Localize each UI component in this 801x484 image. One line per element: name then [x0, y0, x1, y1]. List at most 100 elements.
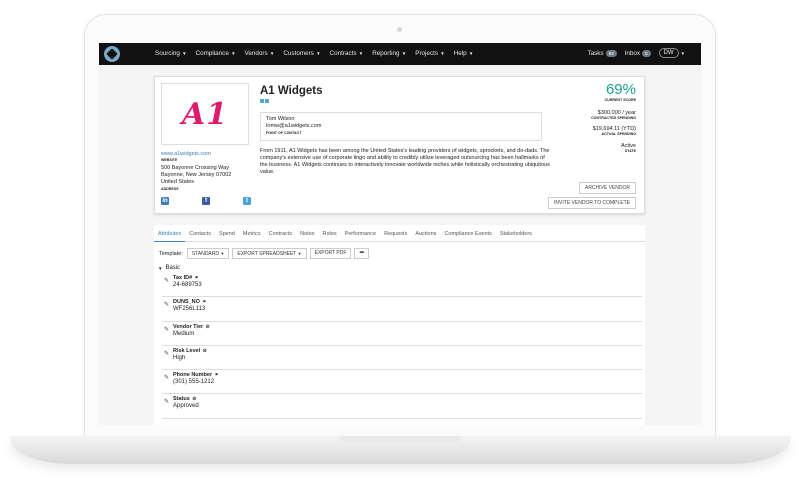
tab-stakeholders[interactable]: Stakeholders — [496, 230, 536, 242]
export-spreadsheet-button[interactable]: EXPORT SPREADSHEET ▼ — [232, 248, 307, 259]
attribute-value: Medium — [173, 330, 195, 337]
attribute-name: Risk Level ⊘ — [173, 347, 207, 354]
menu-customers[interactable]: Customers ▼ — [283, 50, 320, 57]
menu-vendors[interactable]: Vendors ▼ — [245, 50, 275, 57]
hidden-icon: ⊘ — [190, 396, 197, 403]
pencil-icon[interactable]: ✎ — [164, 326, 169, 333]
pencil-icon[interactable]: ✎ — [164, 374, 169, 381]
vendor-description: From 1911, A1 Widgets has been among the… — [260, 148, 550, 175]
attribute-name: Vendor Tier ⊘ — [173, 323, 210, 330]
twitter-icon[interactable]: t — [243, 197, 251, 205]
tag[interactable] — [265, 99, 269, 103]
section-basic-toggle[interactable]: ▼ Basic — [158, 265, 180, 271]
linkedin-icon[interactable]: in — [161, 197, 169, 205]
contact-name: Tom Wilson — [266, 116, 295, 122]
menu-projects[interactable]: Projects ▼ — [415, 50, 444, 57]
tab-contracts[interactable]: Contracts — [265, 230, 297, 242]
caret-down-icon: ▼ — [158, 265, 163, 271]
attribute-row: ✎ Vendor Tier ⊘ Medium — [162, 322, 642, 346]
website-label: WEBSITE — [161, 158, 178, 162]
pencil-icon[interactable]: ✎ — [164, 350, 169, 357]
tab-metrics[interactable]: Metrics — [239, 230, 265, 242]
inbox-link[interactable]: Inbox 0 — [625, 49, 651, 57]
actual-spending-label: ACTUAL SPENDING — [601, 132, 636, 136]
point-of-contact: Tom Wilson tomw@a1widgets.com POINT OF C… — [260, 112, 542, 141]
chevron-down-icon: ▼ — [467, 51, 474, 56]
tab-roles[interactable]: Roles — [319, 230, 341, 242]
state-label: STATE — [624, 149, 636, 153]
main-menu: Sourcing ▼ Compliance ▼ Vendors ▼ Custom… — [155, 50, 473, 57]
attribute-value: (301) 555-1212 — [173, 379, 215, 386]
menu-compliance[interactable]: Compliance ▼ — [196, 50, 236, 57]
attribute-row: ✎ Status ⊘ Approved — [162, 394, 642, 419]
contracted-spending: $300,000 / year CONTRACTED SPENDING — [591, 110, 636, 120]
invite-vendor-button[interactable]: INVITE VENDOR TO COMPLETE — [548, 197, 636, 209]
tab-auctions[interactable]: Auctions — [411, 230, 440, 242]
attribute-row: ✎ Phone Number ⚭ (301) 555-1212 — [162, 370, 642, 395]
vendor-name: A1 Widgets — [260, 85, 323, 97]
screen: Sourcing ▼ Compliance ▼ Vendors ▼ Custom… — [99, 43, 701, 425]
contact-label: POINT OF CONTACT — [266, 131, 302, 135]
chevron-down-icon: ▼ — [680, 50, 685, 56]
vendor-address: 500 Bayonne Crossing Way Bayonne, New Je… — [161, 165, 231, 186]
hidden-icon: ⊘ — [201, 347, 207, 354]
chevron-down-icon: ▼ — [439, 51, 445, 56]
tab-performance[interactable]: Performance — [341, 230, 381, 242]
actual-spending: $19,694.11 (YTD) ACTUAL SPENDING — [593, 126, 636, 136]
tab-notes[interactable]: Notes — [296, 230, 318, 242]
attribute-value: High — [173, 354, 186, 361]
pencil-icon[interactable]: ✎ — [164, 398, 169, 405]
link-icon: ⚭ — [193, 275, 199, 281]
share-icon[interactable]: ➦ — [354, 248, 370, 259]
pencil-icon[interactable]: ✎ — [164, 301, 169, 308]
chevron-down-icon: ▼ — [180, 51, 187, 56]
score-label: CURRENT SCORE — [604, 98, 636, 102]
link-icon: ⚭ — [200, 299, 207, 306]
vendor-card: A1 www.a1widgets.com WEBSITE 500 Bayonne… — [154, 76, 645, 214]
export-pdf-button[interactable]: EXPORT PDF — [309, 248, 352, 259]
chevron-down-icon: ▼ — [400, 51, 407, 56]
vendor-state: Active STATE — [621, 143, 636, 153]
camera-dot — [397, 27, 402, 32]
tab-spend[interactable]: Spend — [215, 230, 239, 242]
tag[interactable] — [260, 99, 264, 103]
contact-email[interactable]: tomw@a1widgets.com — [266, 123, 541, 130]
app-logo[interactable] — [104, 46, 120, 62]
tasks-count-badge: 83 — [605, 49, 617, 57]
archive-vendor-button[interactable]: ARCHIVE VENDOR — [578, 182, 636, 194]
facebook-icon[interactable]: f — [202, 197, 210, 205]
tab-requests[interactable]: Requests — [380, 230, 411, 242]
edit-tags-link[interactable] — [270, 99, 271, 103]
vendor-details-panel: Attributes Contacts Spend Metrics Contra… — [154, 225, 645, 425]
attribute-name: Phone Number ⚭ — [173, 372, 219, 379]
tab-attributes[interactable]: Attributes — [154, 230, 186, 242]
section-title: Basic — [165, 265, 181, 271]
tasks-link[interactable]: Tasks 83 — [587, 49, 617, 57]
template-toolbar: Template: STANDARD ▼ EXPORT SPREADSHEET … — [159, 248, 370, 259]
user-menu[interactable]: DW ▼ — [658, 48, 685, 58]
address-line: United States — [161, 179, 195, 185]
tab-compliance-events[interactable]: Compliance Events — [440, 230, 495, 242]
menu-reporting[interactable]: Reporting ▼ — [372, 50, 406, 57]
attribute-row: ✎ Tax ID# ⚭ 24-689753 — [162, 273, 642, 298]
link-icon: ⚭ — [213, 372, 219, 379]
inbox-count-badge: 0 — [642, 49, 651, 57]
template-select[interactable]: STANDARD ▼ — [186, 248, 230, 259]
chevron-down-icon: ▼ — [268, 51, 275, 56]
template-label: Template: — [159, 250, 183, 257]
menu-sourcing[interactable]: Sourcing ▼ — [155, 50, 187, 57]
address-line: Bayonne, New Jersey 07002 — [161, 172, 232, 178]
pencil-icon[interactable]: ✎ — [164, 277, 169, 284]
attribute-name: Tax ID# ⚭ — [173, 275, 199, 281]
chevron-down-icon: ▼ — [229, 51, 236, 56]
attribute-row: ✎ DUNS_NO ⚭ WF256L113 — [162, 297, 642, 322]
tab-bar: Attributes Contacts Spend Metrics Contra… — [154, 230, 645, 242]
menu-contracts[interactable]: Contracts ▼ — [330, 50, 364, 57]
menu-help[interactable]: Help ▼ — [454, 50, 474, 57]
nav-right: Tasks 83 Inbox 0 DW ▼ — [587, 48, 685, 58]
tab-contacts[interactable]: Contacts — [185, 230, 215, 242]
vendor-logo: A1 — [161, 83, 249, 145]
vendor-website-link[interactable]: www.a1widgets.com — [161, 151, 211, 157]
chevron-down-icon: ▼ — [314, 51, 321, 56]
attribute-value: WF256L113 — [173, 306, 206, 313]
